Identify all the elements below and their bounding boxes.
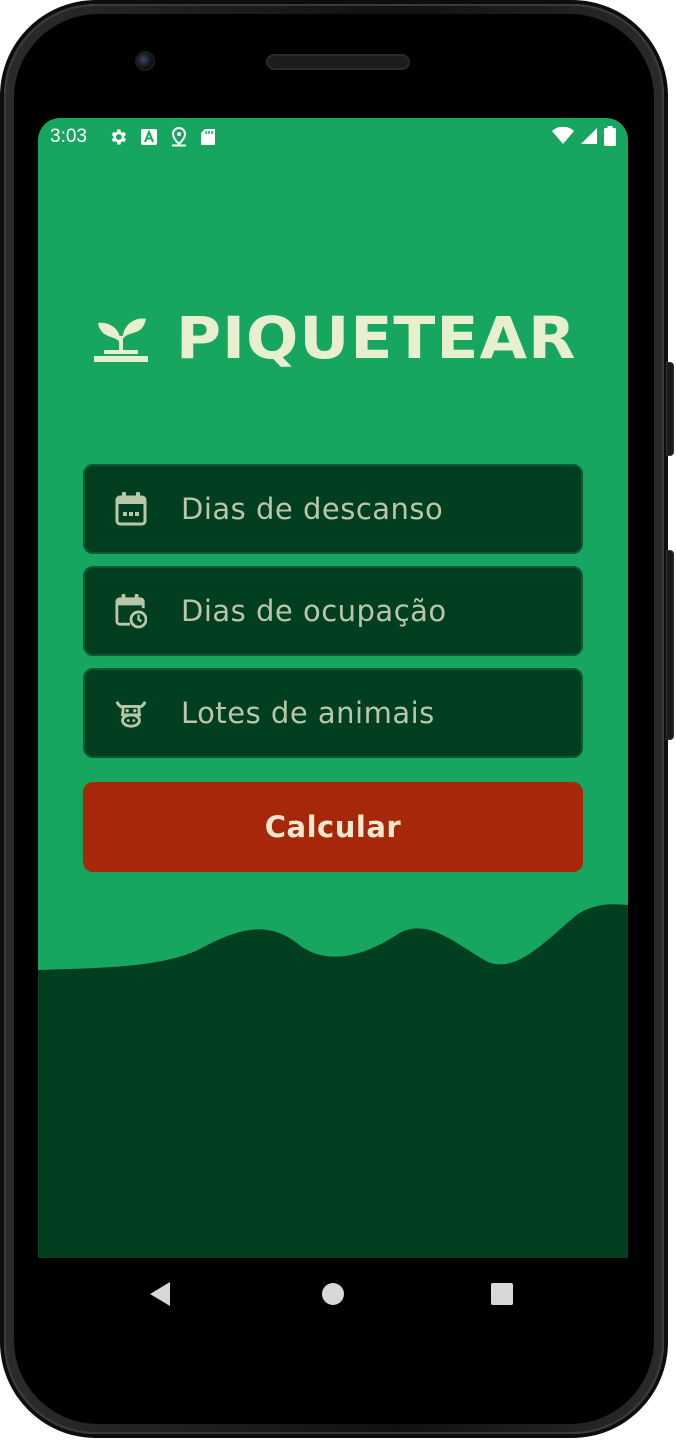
calculate-button[interactable]: Calcular xyxy=(83,782,583,872)
battery-icon xyxy=(604,126,616,152)
cow-icon xyxy=(115,695,147,731)
status-bar: 3:03 xyxy=(38,118,628,154)
earpiece-speaker xyxy=(266,54,410,70)
sprout-icon xyxy=(94,314,148,362)
front-camera xyxy=(135,51,155,71)
status-system-icons xyxy=(552,126,616,152)
back-icon[interactable] xyxy=(150,1282,170,1306)
occupation-days-placeholder: Dias de ocupação xyxy=(181,594,447,628)
power-button xyxy=(666,362,674,456)
status-time: 3:03 xyxy=(50,126,87,147)
rest-days-input[interactable]: Dias de descanso xyxy=(83,464,583,554)
wifi-icon xyxy=(552,126,574,151)
location-icon xyxy=(170,127,188,147)
status-notification-icons xyxy=(108,127,216,147)
animal-lots-input[interactable]: Lotes de animais xyxy=(83,668,583,758)
text-a-icon xyxy=(140,128,158,146)
calendar-clock-icon xyxy=(115,593,147,629)
rest-days-placeholder: Dias de descanso xyxy=(181,492,444,526)
occupation-days-input[interactable]: Dias de ocupação xyxy=(83,566,583,656)
settings-icon xyxy=(108,127,128,147)
calendar-icon xyxy=(115,491,147,527)
app-screen: 3:03 PIQUETEAR Dias de descanso Dias de … xyxy=(38,118,628,1258)
signal-icon xyxy=(580,127,598,151)
animal-lots-placeholder: Lotes de animais xyxy=(181,696,435,730)
app-logo: PIQUETEAR xyxy=(94,308,575,368)
navigation-bar xyxy=(38,1258,628,1330)
sd-card-icon xyxy=(200,128,216,146)
home-icon[interactable] xyxy=(322,1283,344,1305)
app-title: PIQUETEAR xyxy=(176,304,577,372)
recents-icon[interactable] xyxy=(491,1283,513,1305)
volume-button xyxy=(666,550,674,740)
background-wave xyxy=(38,904,628,1258)
